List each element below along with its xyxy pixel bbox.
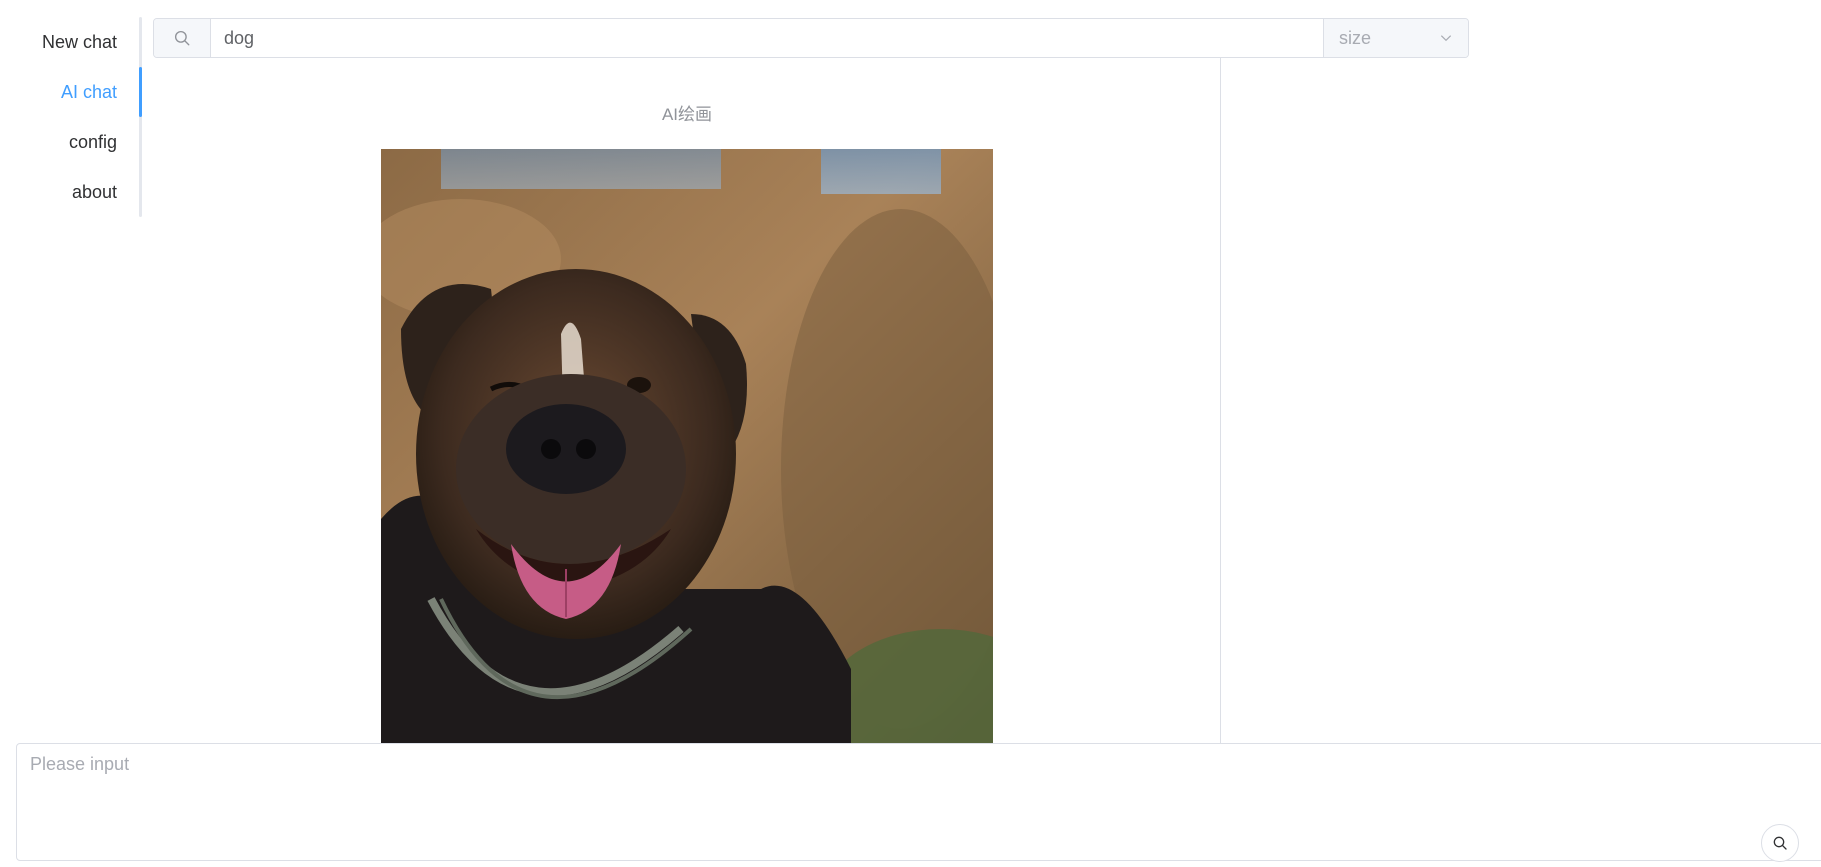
chat-input[interactable] (17, 744, 1821, 860)
sidebar-item-config[interactable]: config (69, 117, 117, 167)
size-select[interactable]: size (1323, 19, 1468, 57)
sidebar-active-indicator (139, 67, 142, 117)
size-select-placeholder: size (1339, 27, 1372, 48)
generated-dog-image (381, 149, 993, 744)
sidebar-item-ai-chat[interactable]: AI chat (61, 67, 117, 117)
app-root: New chat AI chat config about size AI绘画 (0, 0, 1821, 867)
search-icon (1773, 836, 1787, 850)
search-icon (174, 30, 190, 46)
sidebar-item-new-chat[interactable]: New chat (42, 17, 117, 67)
chat-input-container (16, 743, 1821, 862)
sidebar-item-about[interactable]: about (72, 167, 117, 217)
dog-image-illustration (381, 149, 993, 744)
prompt-input[interactable] (211, 19, 1323, 57)
sidebar-menu: New chat AI chat config about (0, 17, 142, 217)
chevron-down-icon (1440, 35, 1452, 42)
sidebar-rail (139, 17, 142, 217)
send-button[interactable] (1761, 824, 1799, 862)
drawing-panel: AI绘画 (153, 58, 1221, 744)
drawing-title: AI绘画 (661, 105, 713, 124)
search-button[interactable] (154, 19, 211, 57)
prompt-bar: size (153, 18, 1469, 58)
